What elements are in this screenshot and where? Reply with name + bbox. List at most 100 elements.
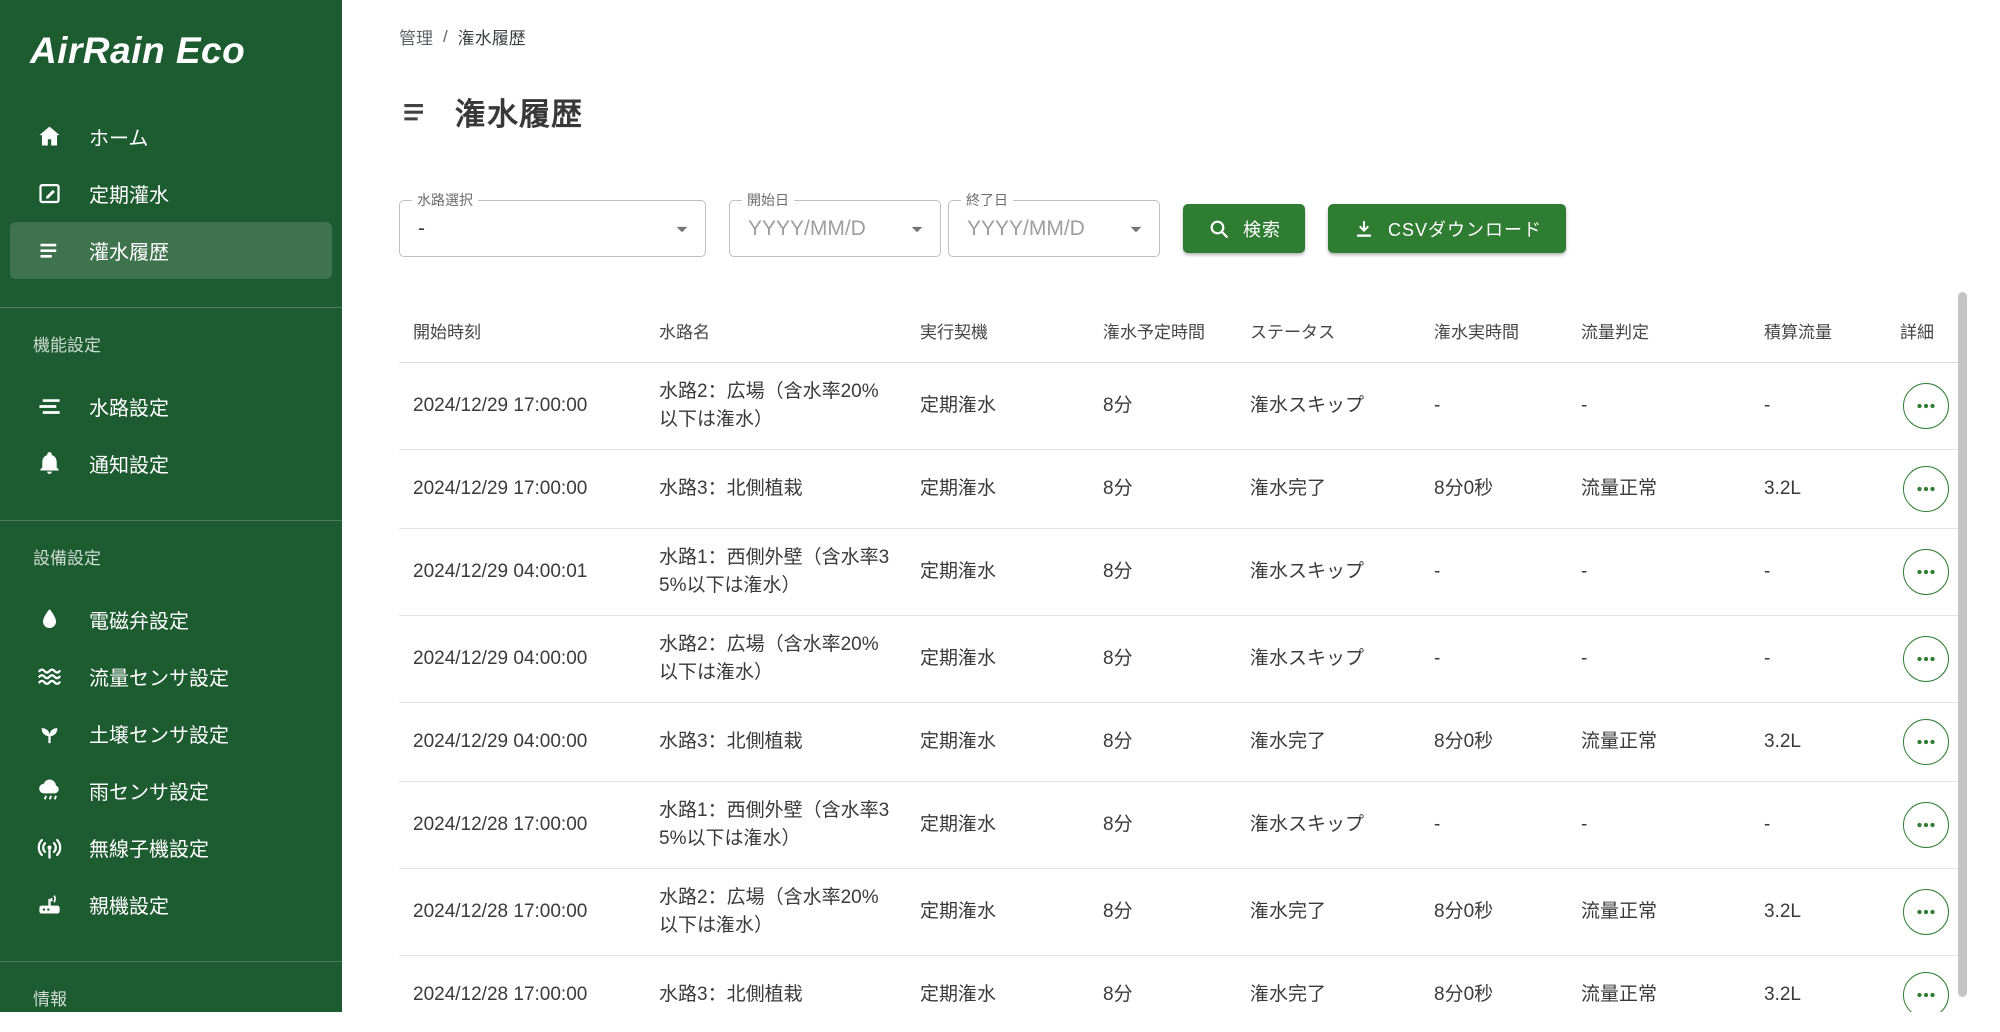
search-icon bbox=[1207, 217, 1231, 241]
sidebar-item-valve-settings[interactable]: 電磁弁設定 bbox=[10, 591, 332, 648]
start-date-placeholder: YYYY/MM/D bbox=[730, 217, 866, 241]
end-date-input[interactable]: 終了日 YYYY/MM/D bbox=[948, 200, 1160, 257]
row-menu-button[interactable] bbox=[1903, 719, 1949, 765]
row-menu-button[interactable] bbox=[1903, 383, 1949, 429]
waterway-select-value: - bbox=[400, 217, 425, 241]
cell-flow_check: 流量正常 bbox=[1567, 460, 1750, 518]
calendar-edit-icon bbox=[36, 180, 63, 207]
breadcrumb-current: 潅水履歴 bbox=[458, 24, 526, 49]
list-icon bbox=[399, 96, 431, 128]
app-logo: AirRain Eco bbox=[0, 0, 342, 108]
breadcrumb-parent[interactable]: 管理 bbox=[399, 24, 433, 49]
table-row: 2024/12/29 17:00:00水路3：北側植栽定期潅水8分潅水完了8分0… bbox=[399, 450, 1965, 529]
cell-actual_time: - bbox=[1420, 543, 1567, 601]
column-header: 開始時刻 bbox=[399, 318, 645, 343]
table-scrollbar-thumb[interactable] bbox=[1958, 292, 1967, 997]
cell-trigger: 定期潅水 bbox=[906, 966, 1089, 1012]
sidebar: AirRain Eco ホーム定期灌水灌水履歴機能設定水路設定通知設定設備設定電… bbox=[0, 0, 342, 1012]
chevron-down-icon bbox=[669, 216, 695, 242]
cell-trigger: 定期潅水 bbox=[906, 543, 1089, 601]
sidebar-item-irrigation-history[interactable]: 灌水履歴 bbox=[10, 222, 332, 279]
table-row: 2024/12/29 04:00:01水路1：西側外壁（含水率35%以下は潅水）… bbox=[399, 529, 1965, 616]
cell-total_flow: - bbox=[1750, 377, 1886, 435]
row-menu-button[interactable] bbox=[1903, 889, 1949, 935]
cell-actual_time: - bbox=[1420, 796, 1567, 854]
cell-status: 潅水完了 bbox=[1236, 460, 1420, 518]
valve-icon bbox=[36, 606, 63, 633]
sidebar-nav: ホーム定期灌水灌水履歴機能設定水路設定通知設定設備設定電磁弁設定流量センサ設定土… bbox=[0, 108, 342, 1032]
search-button-label: 検索 bbox=[1243, 216, 1281, 242]
sidebar-item-soil-sensor-settings[interactable]: 土壌センサ設定 bbox=[10, 705, 332, 762]
cell-actual_time: 8分0秒 bbox=[1420, 966, 1567, 1012]
cell-actual_time: 8分0秒 bbox=[1420, 460, 1567, 518]
column-header: 積算流量 bbox=[1750, 318, 1886, 343]
csv-download-button[interactable]: CSVダウンロード bbox=[1328, 204, 1566, 253]
row-menu-button[interactable] bbox=[1903, 972, 1949, 1012]
cell-total_flow: - bbox=[1750, 543, 1886, 601]
cell-planned_time: 8分 bbox=[1089, 966, 1236, 1012]
cell-total_flow: 3.2L bbox=[1750, 966, 1886, 1012]
cell-planned_time: 8分 bbox=[1089, 796, 1236, 854]
cell-start_time: 2024/12/29 04:00:00 bbox=[399, 630, 645, 688]
sidebar-item-rain-sensor-settings[interactable]: 雨センサ設定 bbox=[10, 762, 332, 819]
soil-icon bbox=[36, 720, 63, 747]
end-date-placeholder: YYYY/MM/D bbox=[949, 217, 1085, 241]
irrigation-history-table: 開始時刻水路名実行契機潅水予定時間ステータス潅水実時間流量判定積算流量詳細 20… bbox=[399, 298, 1965, 1012]
cell-detail bbox=[1886, 466, 1965, 512]
row-menu-button[interactable] bbox=[1903, 466, 1949, 512]
cell-trigger: 定期潅水 bbox=[906, 377, 1089, 435]
home-icon bbox=[36, 123, 63, 150]
cell-waterway: 水路3：北側植栽 bbox=[645, 966, 906, 1012]
cell-waterway: 水路3：北側植栽 bbox=[645, 713, 906, 771]
row-menu-button[interactable] bbox=[1903, 636, 1949, 682]
sidebar-item-scheduled-irrigation[interactable]: 定期灌水 bbox=[10, 165, 332, 222]
sidebar-item-waterway-settings[interactable]: 水路設定 bbox=[10, 378, 332, 435]
row-menu-button[interactable] bbox=[1903, 549, 1949, 595]
chevron-down-icon bbox=[1123, 216, 1149, 242]
antenna-icon bbox=[36, 834, 63, 861]
cell-flow_check: 流量正常 bbox=[1567, 966, 1750, 1012]
cell-actual_time: - bbox=[1420, 377, 1567, 435]
router-icon bbox=[36, 891, 63, 918]
cell-flow_check: - bbox=[1567, 377, 1750, 435]
column-header: 潅水実時間 bbox=[1420, 318, 1567, 343]
cell-flow_check: 流量正常 bbox=[1567, 713, 1750, 771]
main-content: 管理 / 潅水履歴 潅水履歴 水路選択 - 開始日 YYYY/MM/D 終了日 … bbox=[342, 0, 2000, 1012]
cell-start_time: 2024/12/29 04:00:00 bbox=[399, 713, 645, 771]
column-header: 流量判定 bbox=[1567, 318, 1750, 343]
cell-flow_check: 流量正常 bbox=[1567, 883, 1750, 941]
waterway-select[interactable]: 水路選択 - bbox=[399, 200, 706, 257]
sidebar-item-wireless-unit-settings[interactable]: 無線子機設定 bbox=[10, 819, 332, 876]
cell-planned_time: 8分 bbox=[1089, 543, 1236, 601]
search-button[interactable]: 検索 bbox=[1183, 204, 1305, 253]
cell-detail bbox=[1886, 889, 1965, 935]
cell-status: 潅水完了 bbox=[1236, 966, 1420, 1012]
cell-status: 潅水完了 bbox=[1236, 883, 1420, 941]
sidebar-item-label: 土壌センサ設定 bbox=[89, 719, 229, 748]
cell-waterway: 水路2：広場（含水率20%以下は潅水） bbox=[645, 616, 906, 702]
sidebar-item-label: 定期灌水 bbox=[89, 179, 169, 208]
cell-flow_check: - bbox=[1567, 630, 1750, 688]
sidebar-item-home[interactable]: ホーム bbox=[10, 108, 332, 165]
cell-flow_check: - bbox=[1567, 796, 1750, 854]
sidebar-item-base-unit-settings[interactable]: 親機設定 bbox=[10, 876, 332, 933]
breadcrumb: 管理 / 潅水履歴 bbox=[399, 24, 2000, 49]
row-menu-button[interactable] bbox=[1903, 802, 1949, 848]
cell-start_time: 2024/12/29 17:00:00 bbox=[399, 377, 645, 435]
cell-start_time: 2024/12/28 17:00:00 bbox=[399, 796, 645, 854]
cell-detail bbox=[1886, 383, 1965, 429]
cell-total_flow: 3.2L bbox=[1750, 883, 1886, 941]
cell-trigger: 定期潅水 bbox=[906, 713, 1089, 771]
start-date-input[interactable]: 開始日 YYYY/MM/D bbox=[729, 200, 941, 257]
cell-trigger: 定期潅水 bbox=[906, 630, 1089, 688]
bell-icon bbox=[36, 450, 63, 477]
cell-planned_time: 8分 bbox=[1089, 883, 1236, 941]
sidebar-item-notification-settings[interactable]: 通知設定 bbox=[10, 435, 332, 492]
cell-actual_time: - bbox=[1420, 630, 1567, 688]
cell-planned_time: 8分 bbox=[1089, 713, 1236, 771]
page-title-row: 潅水履歴 bbox=[399, 89, 2000, 134]
sidebar-item-flow-sensor-settings[interactable]: 流量センサ設定 bbox=[10, 648, 332, 705]
csv-button-label: CSVダウンロード bbox=[1388, 216, 1542, 242]
breadcrumb-separator: / bbox=[443, 27, 448, 47]
page-title: 潅水履歴 bbox=[455, 89, 583, 134]
